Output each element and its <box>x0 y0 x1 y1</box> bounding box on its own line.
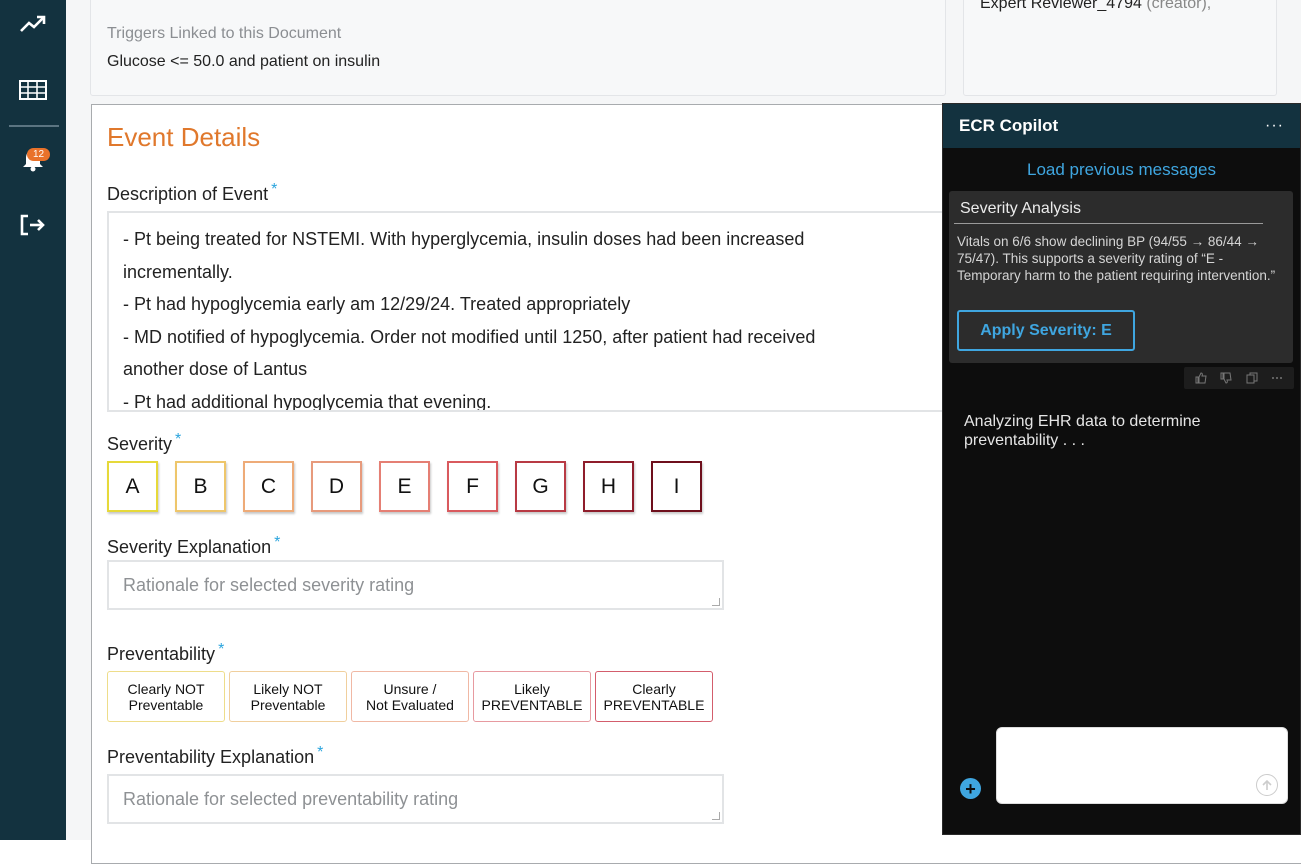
description-line: - Pt being treated for NSTEMI. With hype… <box>123 229 805 249</box>
preventability-options: Clearly NOT Preventable Likely NOT Preve… <box>107 671 717 722</box>
preventability-likely-not[interactable]: Likely NOT Preventable <box>229 671 347 722</box>
description-label-text: Description of Event <box>107 184 269 204</box>
required-marker: * <box>274 534 281 551</box>
thumbs-down-icon[interactable] <box>1217 369 1235 387</box>
triggers-value: Glucose <= 50.0 and patient on insulin <box>107 53 381 70</box>
description-line: - Pt had hypoglycemia early am 12/29/24.… <box>123 294 631 314</box>
more-icon[interactable] <box>1268 369 1286 387</box>
load-previous-messages-link[interactable]: Load previous messages <box>943 160 1300 180</box>
add-attachment-icon[interactable]: + <box>960 778 981 799</box>
resize-handle-icon[interactable] <box>712 598 720 606</box>
nav-divider <box>9 125 59 127</box>
severity-explanation-label-text: Severity Explanation <box>107 537 272 557</box>
description-line: another dose of Lantus <box>123 359 308 379</box>
copilot-status-text: Analyzing EHR data to determine preventa… <box>964 413 1201 449</box>
preventability-label-text: Preventability <box>107 644 216 664</box>
triggers-label: Triggers Linked to this Document <box>107 25 342 42</box>
apply-severity-button[interactable]: Apply Severity: E <box>957 310 1135 351</box>
notification-badge: 12 <box>27 148 50 161</box>
preventability-explanation-field[interactable]: Rationale for selected preventability ra… <box>107 774 724 824</box>
required-marker: * <box>317 744 324 761</box>
severity-option-f[interactable]: F <box>447 461 498 512</box>
reviewer-entry: Expert Reviewer_4794 (creator), <box>980 0 1211 13</box>
severity-options: A B C D E F G H I <box>107 461 719 512</box>
preventability-likely[interactable]: Likely PREVENTABLE <box>473 671 591 722</box>
message-divider <box>954 223 1263 224</box>
copilot-panel: ECR Copilot ··· Load previous messages S… <box>942 103 1301 835</box>
severity-explanation-field[interactable]: Rationale for selected severity rating <box>107 560 724 610</box>
copilot-message-card: Severity Analysis Vitals on 6/6 show dec… <box>949 191 1293 363</box>
trending-up-icon[interactable] <box>17 8 49 40</box>
preventability-unsure[interactable]: Unsure / Not Evaluated <box>351 671 469 722</box>
preventability-explanation-label: Preventability Explanation * <box>107 744 323 768</box>
reviewer-role: (creator), <box>1146 0 1212 12</box>
table-icon[interactable] <box>17 74 49 106</box>
severity-option-h[interactable]: H <box>583 461 634 512</box>
required-marker: * <box>218 641 225 658</box>
reviewers-card: Expert Reviewer_4794 (creator), <box>963 0 1277 96</box>
resize-handle-icon[interactable] <box>712 812 720 820</box>
copilot-title: ECR Copilot <box>959 116 1059 135</box>
required-marker: * <box>175 431 182 448</box>
description-label: Description of Event * <box>107 181 277 205</box>
severity-option-b[interactable]: B <box>175 461 226 512</box>
severity-option-e[interactable]: E <box>379 461 430 512</box>
severity-option-a[interactable]: A <box>107 461 158 512</box>
copy-icon[interactable] <box>1243 369 1261 387</box>
preventability-label: Preventability * <box>107 641 224 665</box>
severity-explanation-placeholder: Rationale for selected severity rating <box>123 575 415 595</box>
send-icon[interactable] <box>1256 774 1278 796</box>
required-marker: * <box>271 181 278 198</box>
preventability-clearly[interactable]: Clearly PREVENTABLE <box>595 671 713 722</box>
severity-option-i[interactable]: I <box>651 461 702 512</box>
description-textarea[interactable]: - Pt being treated for NSTEMI. With hype… <box>107 211 952 412</box>
description-line: incrementally. <box>123 261 233 282</box>
copilot-menu-icon[interactable]: ··· <box>1265 117 1284 135</box>
severity-label-text: Severity <box>107 434 173 454</box>
severity-label: Severity * <box>107 431 181 455</box>
preventability-explanation-label-text: Preventability Explanation <box>107 747 315 767</box>
preventability-explanation-placeholder: Rationale for selected preventability ra… <box>123 789 459 809</box>
severity-option-d[interactable]: D <box>311 461 362 512</box>
message-body: Vitals on 6/6 show declining BP (94/55 →… <box>957 234 1276 283</box>
description-line: - MD notified of hypoglycemia. Order not… <box>123 326 816 347</box>
message-title: Severity Analysis <box>960 200 1081 217</box>
severity-option-g[interactable]: G <box>515 461 566 512</box>
message-actions <box>1184 367 1294 389</box>
reviewer-name: Expert Reviewer_4794 <box>980 0 1142 12</box>
triggers-card: Triggers Linked to this Document Glucose… <box>90 0 946 96</box>
description-line: - Pt had additional hypoglycemia that ev… <box>123 391 492 412</box>
logout-icon[interactable] <box>17 209 49 241</box>
event-details-title: Event Details <box>107 122 261 152</box>
copilot-header: ECR Copilot ··· <box>943 104 1300 148</box>
preventability-clearly-not[interactable]: Clearly NOT Preventable <box>107 671 225 722</box>
left-nav: 12 <box>0 0 66 840</box>
severity-explanation-label: Severity Explanation * <box>107 534 280 558</box>
copilot-chat-input[interactable] <box>996 727 1288 804</box>
thumbs-up-icon[interactable] <box>1192 369 1210 387</box>
severity-option-c[interactable]: C <box>243 461 294 512</box>
